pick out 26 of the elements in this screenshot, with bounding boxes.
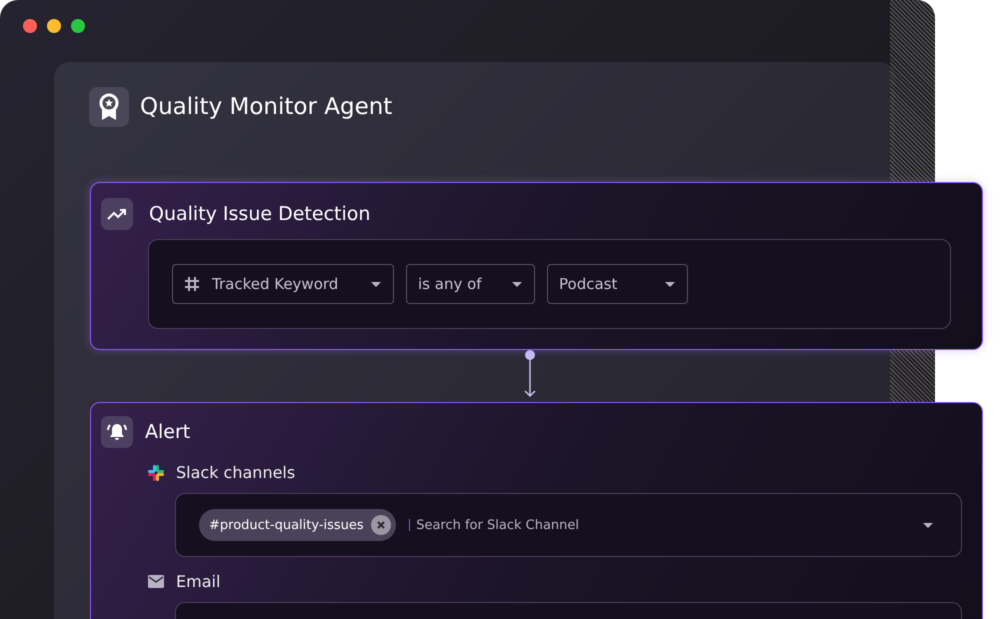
search-input[interactable]: Search for Slack Channel — [414, 516, 923, 534]
trend-icon — [101, 198, 133, 230]
step-title: Alert — [145, 421, 190, 443]
remove-icon[interactable] — [370, 515, 391, 535]
window-control[interactable] — [23, 19, 37, 33]
caret-icon — [665, 282, 675, 286]
award-icon — [89, 87, 129, 127]
caret-icon — [371, 282, 381, 286]
channel-label: Email — [176, 572, 220, 591]
connector-arrow — [524, 350, 536, 398]
channel-tag: #product-quality-issues — [199, 509, 396, 541]
filter-dropdown[interactable]: is any of — [406, 264, 535, 304]
mail-icon — [148, 575, 164, 588]
channel-label: Slack channels — [176, 463, 296, 482]
filter-dropdown[interactable]: Podcast — [547, 264, 688, 304]
channel-select[interactable]: #product-quality-issues Search for Slack Channel — [175, 493, 962, 557]
window-control[interactable] — [71, 19, 85, 33]
bell-icon — [101, 416, 133, 448]
slack-icon — [148, 464, 164, 480]
agent-title: Quality Monitor Agent — [140, 94, 392, 120]
filter-dropdown[interactable]: Tracked Keyword — [172, 264, 394, 304]
caret-icon — [512, 282, 522, 286]
caret-icon — [923, 522, 933, 528]
window-control[interactable] — [47, 19, 61, 33]
step-title: Quality Issue Detection — [149, 203, 370, 225]
hash-icon — [184, 276, 200, 292]
